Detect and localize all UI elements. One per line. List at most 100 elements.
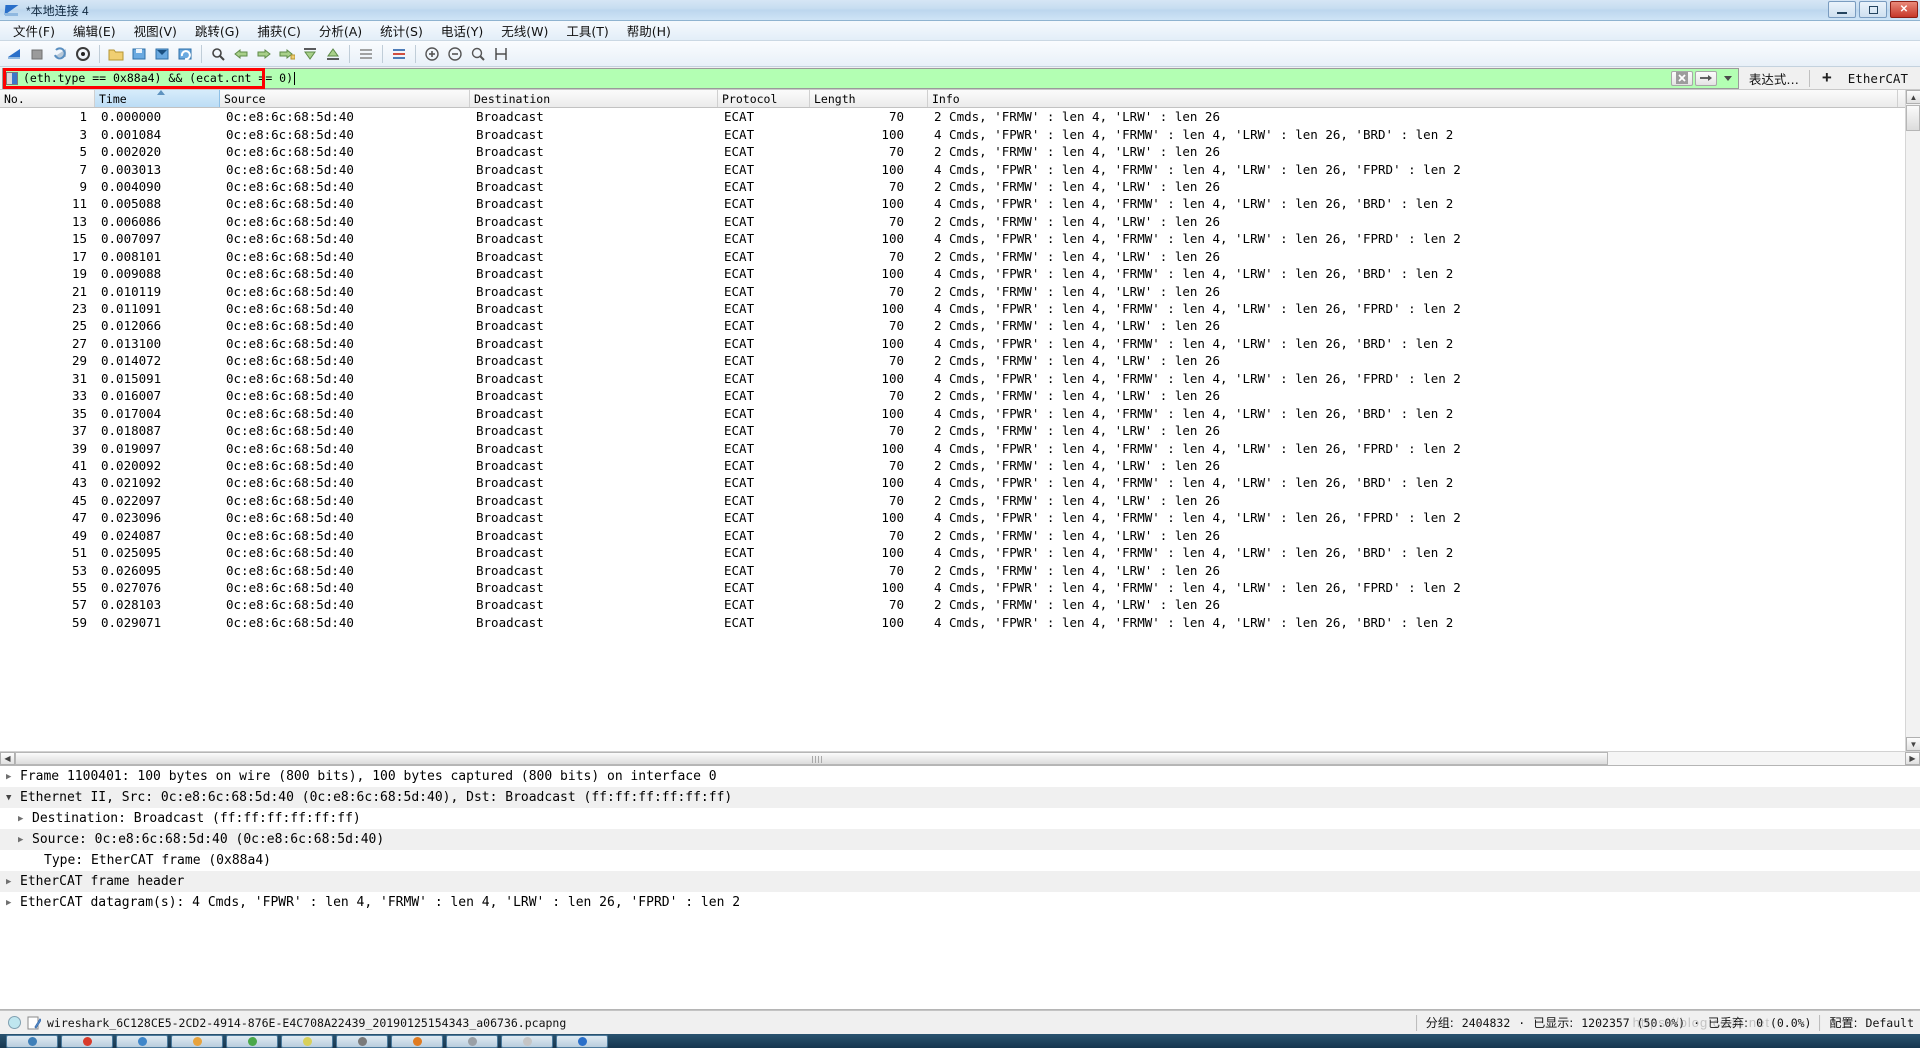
- packet-list-row[interactable]: 21 0.010119 0c:e8:6c:68:5d:40 Broadcast ECAT…: [0, 282, 1920, 299]
- packet-list-row[interactable]: 51 0.025095 0c:e8:6c:68:5d:40 Broadcast ECAT…: [0, 544, 1920, 561]
- taskbar-item-4[interactable]: [226, 1034, 278, 1048]
- taskbar-start-orb[interactable]: [6, 1034, 58, 1048]
- capture-options-icon[interactable]: [72, 43, 94, 65]
- detail-frame[interactable]: ▶ Frame 1100401: 100 bytes on wire (800 b…: [0, 766, 1920, 787]
- menu-view[interactable]: 视图(V): [125, 19, 186, 42]
- taskbar-item-2[interactable]: [116, 1034, 168, 1048]
- menu-tools[interactable]: 工具(T): [557, 19, 617, 42]
- clear-filter-icon[interactable]: [1670, 70, 1693, 86]
- menu-wireless[interactable]: 无线(W): [492, 19, 557, 42]
- packet-list-row[interactable]: 31 0.015091 0c:e8:6c:68:5d:40 Broadcast ECAT…: [0, 370, 1920, 387]
- packet-list-row[interactable]: 57 0.028103 0c:e8:6c:68:5d:40 Broadcast ECAT…: [0, 596, 1920, 613]
- packet-list-row[interactable]: 45 0.022097 0c:e8:6c:68:5d:40 Broadcast ECAT…: [0, 492, 1920, 509]
- taskbar-item-1[interactable]: [61, 1034, 113, 1048]
- packet-list-row[interactable]: 27 0.013100 0c:e8:6c:68:5d:40 Broadcast ECAT…: [0, 335, 1920, 352]
- packet-list-row[interactable]: 55 0.027076 0c:e8:6c:68:5d:40 Broadcast ECAT…: [0, 579, 1920, 596]
- packet-list-row[interactable]: 47 0.023096 0c:e8:6c:68:5d:40 Broadcast ECAT…: [0, 509, 1920, 526]
- display-filter-input[interactable]: (eth.type == 0x88a4) && (ecat.cnt == 0): [2, 67, 1670, 89]
- taskbar-item-5[interactable]: [281, 1034, 333, 1048]
- packet-list-row[interactable]: 25 0.012066 0c:e8:6c:68:5d:40 Broadcast ECAT…: [0, 317, 1920, 334]
- packet-list-row[interactable]: 49 0.024087 0c:e8:6c:68:5d:40 Broadcast ECAT…: [0, 527, 1920, 544]
- start-capture-icon[interactable]: [3, 43, 25, 65]
- detail-ethernet[interactable]: ▼ Ethernet II, Src: 0c:e8:6c:68:5d:40 (0c…: [0, 787, 1920, 808]
- scroll-up-arrow-icon[interactable]: ▲: [1906, 90, 1920, 104]
- packet-list-row[interactable]: 39 0.019097 0c:e8:6c:68:5d:40 Broadcast ECAT…: [0, 439, 1920, 456]
- packet-list-row[interactable]: 7 0.003013 0c:e8:6c:68:5d:40 Broadcast ECAT 1…: [0, 160, 1920, 177]
- save-file-icon[interactable]: [128, 43, 150, 65]
- maximize-button[interactable]: [1859, 1, 1887, 18]
- reload-file-icon[interactable]: [174, 43, 196, 65]
- taskbar-item-3[interactable]: [171, 1034, 223, 1048]
- filter-bookmark-icon[interactable]: [6, 71, 18, 85]
- auto-scroll-icon[interactable]: [355, 43, 377, 65]
- add-filter-button-button[interactable]: +: [1810, 68, 1844, 88]
- capture-comment-icon[interactable]: [27, 1016, 42, 1030]
- zoom-reset-icon[interactable]: [467, 43, 489, 65]
- zoom-in-icon[interactable]: [421, 43, 443, 65]
- detail-ecat-header[interactable]: ▶ EtherCAT frame header: [0, 871, 1920, 892]
- twisty-collapsed-icon[interactable]: ▶: [6, 877, 20, 887]
- packet-list-row[interactable]: 35 0.017004 0c:e8:6c:68:5d:40 Broadcast ECAT…: [0, 404, 1920, 421]
- apply-filter-icon[interactable]: [1694, 70, 1717, 86]
- packet-list-row[interactable]: 59 0.029071 0c:e8:6c:68:5d:40 Broadcast ECAT…: [0, 614, 1920, 631]
- packet-list-row[interactable]: 41 0.020092 0c:e8:6c:68:5d:40 Broadcast ECAT…: [0, 457, 1920, 474]
- packet-list-row[interactable]: 17 0.008101 0c:e8:6c:68:5d:40 Broadcast ECAT…: [0, 248, 1920, 265]
- twisty-collapsed-icon[interactable]: ▶: [18, 814, 32, 824]
- horizontal-scroll-track[interactable]: [15, 752, 1905, 765]
- filter-expression-button[interactable]: 表达式…: [1739, 69, 1809, 88]
- column-no[interactable]: No.: [0, 90, 95, 107]
- column-time[interactable]: Time: [95, 90, 220, 107]
- detail-source[interactable]: ▶ Source: 0c:e8:6c:68:5d:40 (0c:e8:6c:68:…: [0, 829, 1920, 850]
- taskbar-item-7[interactable]: [391, 1034, 443, 1048]
- menu-edit[interactable]: 编辑(E): [64, 19, 125, 42]
- expert-info-icon[interactable]: [8, 1016, 21, 1029]
- menu-telephony[interactable]: 电话(Y): [432, 19, 492, 42]
- packet-list-row[interactable]: 9 0.004090 0c:e8:6c:68:5d:40 Broadcast ECAT 7…: [0, 178, 1920, 195]
- taskbar-item-10[interactable]: [556, 1034, 608, 1048]
- scroll-left-arrow-icon[interactable]: ◀: [0, 752, 15, 765]
- packet-list-row[interactable]: 33 0.016007 0c:e8:6c:68:5d:40 Broadcast ECAT…: [0, 387, 1920, 404]
- colorize-icon[interactable]: [388, 43, 410, 65]
- packet-list-row[interactable]: 43 0.021092 0c:e8:6c:68:5d:40 Broadcast ECAT…: [0, 474, 1920, 491]
- packet-list-row[interactable]: 37 0.018087 0c:e8:6c:68:5d:40 Broadcast ECAT…: [0, 422, 1920, 439]
- vertical-scroll-thumb[interactable]: [1906, 105, 1920, 131]
- column-destination[interactable]: Destination: [470, 90, 718, 107]
- go-to-first-icon[interactable]: [299, 43, 321, 65]
- resize-columns-icon[interactable]: [490, 43, 512, 65]
- taskbar-item-8[interactable]: [446, 1034, 498, 1048]
- go-back-icon[interactable]: [230, 43, 252, 65]
- horizontal-scroll-thumb[interactable]: [15, 752, 1608, 765]
- go-forward-icon[interactable]: [253, 43, 275, 65]
- detail-ecat-datagrams[interactable]: ▶ EtherCAT datagram(s): 4 Cmds, 'FPWR' : …: [0, 892, 1920, 913]
- packet-list-row[interactable]: 23 0.011091 0c:e8:6c:68:5d:40 Broadcast ECAT…: [0, 300, 1920, 317]
- packet-list-row[interactable]: 53 0.026095 0c:e8:6c:68:5d:40 Broadcast ECAT…: [0, 561, 1920, 578]
- detail-type[interactable]: Type: EtherCAT frame (0x88a4): [0, 850, 1920, 871]
- filter-tab-ethercat[interactable]: EtherCAT: [1844, 71, 1918, 86]
- packet-list-row[interactable]: 29 0.014072 0c:e8:6c:68:5d:40 Broadcast ECAT…: [0, 352, 1920, 369]
- packet-list-row[interactable]: 3 0.001084 0c:e8:6c:68:5d:40 Broadcast ECAT 1…: [0, 125, 1920, 142]
- restart-capture-icon[interactable]: [49, 43, 71, 65]
- packet-list-row[interactable]: 15 0.007097 0c:e8:6c:68:5d:40 Broadcast ECAT…: [0, 230, 1920, 247]
- menu-analyze[interactable]: 分析(A): [310, 19, 371, 42]
- scroll-right-arrow-icon[interactable]: ▶: [1905, 752, 1920, 765]
- column-source[interactable]: Source: [220, 90, 470, 107]
- twisty-collapsed-icon[interactable]: ▶: [6, 772, 20, 782]
- stop-capture-icon[interactable]: [26, 43, 48, 65]
- menu-file[interactable]: 文件(F): [4, 19, 64, 42]
- packet-list-row[interactable]: 1 0.000000 0c:e8:6c:68:5d:40 Broadcast ECAT 7…: [0, 108, 1920, 125]
- packet-list-horizontal-scrollbar[interactable]: ◀ ▶: [0, 751, 1920, 765]
- detail-destination[interactable]: ▶ Destination: Broadcast (ff:ff:ff:ff:ff:…: [0, 808, 1920, 829]
- zoom-out-icon[interactable]: [444, 43, 466, 65]
- twisty-collapsed-icon[interactable]: ▶: [6, 898, 20, 908]
- close-file-icon[interactable]: [151, 43, 173, 65]
- close-button[interactable]: ✕: [1890, 1, 1918, 18]
- minimize-button[interactable]: [1828, 1, 1856, 18]
- column-info[interactable]: Info: [928, 90, 1898, 107]
- find-packet-icon[interactable]: [207, 43, 229, 65]
- menu-statistics[interactable]: 统计(S): [371, 19, 432, 42]
- column-protocol[interactable]: Protocol: [718, 90, 810, 107]
- column-length[interactable]: Length: [810, 90, 928, 107]
- packet-list-row[interactable]: 19 0.009088 0c:e8:6c:68:5d:40 Broadcast ECAT…: [0, 265, 1920, 282]
- menu-go[interactable]: 跳转(G): [186, 19, 248, 42]
- taskbar-item-6[interactable]: [336, 1034, 388, 1048]
